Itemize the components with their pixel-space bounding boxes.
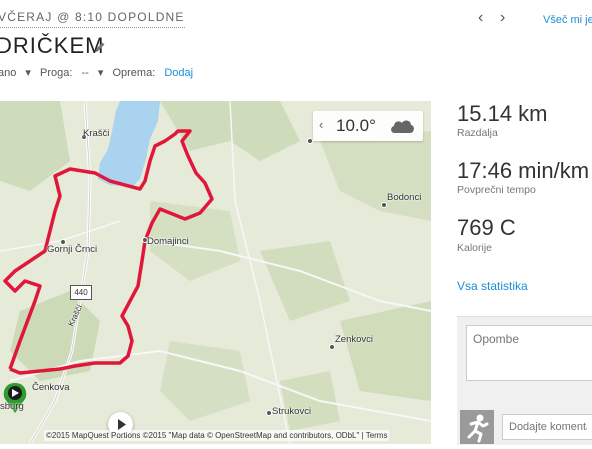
- cloud-icon: [391, 120, 414, 133]
- activity-meta: ano ▾ Proga: -- ▾ Oprema: Dodaj: [0, 66, 205, 79]
- map-label-krasci: Krašči: [83, 128, 110, 139]
- chevron-left-icon[interactable]: ‹: [478, 9, 483, 27]
- map-label-bodonci: Bodonci: [387, 192, 422, 203]
- route-map[interactable]: Krašči Gornji Črnci Domajinci Bodonci Ze…: [0, 101, 431, 444]
- map-label-cenkova: Čenkova: [32, 382, 70, 393]
- pencil-icon[interactable]: [93, 40, 107, 54]
- pace-label: Povprečni tempo: [457, 184, 536, 196]
- pace-value: 17:46 min/km: [457, 158, 590, 183]
- course-select[interactable]: Proga: -- ▾: [40, 67, 103, 79]
- activity-title: DRIČKEM: [0, 33, 105, 58]
- comment-input[interactable]: [502, 414, 592, 440]
- notes-input[interactable]: [466, 325, 592, 381]
- calories-value: 769 C: [457, 215, 516, 240]
- distance-value: 15.14 km: [457, 101, 548, 126]
- weather-widget: ‹ 10.0°: [313, 111, 423, 141]
- calories-label: Kalorije: [457, 242, 493, 254]
- map-label-sburg: sburg: [0, 401, 24, 412]
- all-activities-link[interactable]: Všeč mi je?: [543, 14, 592, 26]
- temperature: 10.0°: [336, 116, 376, 135]
- map-label-strukovci: Strukovci: [272, 406, 312, 417]
- avatar: [460, 410, 494, 444]
- chevron-right-icon[interactable]: ›: [500, 9, 505, 27]
- add-gear-link[interactable]: Dodaj: [164, 67, 193, 79]
- road-number-sign: 440: [70, 285, 92, 300]
- activity-type-select[interactable]: ano ▾: [0, 67, 31, 79]
- map-label-gornji-crnci: Gornji Črnci: [47, 244, 98, 255]
- chevron-left-icon[interactable]: ‹: [319, 117, 323, 132]
- map-label-zenkovci: Zenkovci: [335, 334, 374, 345]
- map-label-domajinci: Domajinci: [147, 236, 189, 247]
- distance-label: Razdalja: [457, 127, 498, 139]
- map-credits: ©2015 MapQuest Portions ©2015 "Map data …: [44, 430, 390, 441]
- activity-date: VČERAJ @ 8:10 DOPOLDNE: [0, 10, 185, 28]
- runner-icon: [467, 414, 489, 443]
- gear-field: Oprema: Dodaj: [112, 67, 194, 79]
- all-stats-link[interactable]: Vsa statistika: [457, 279, 528, 293]
